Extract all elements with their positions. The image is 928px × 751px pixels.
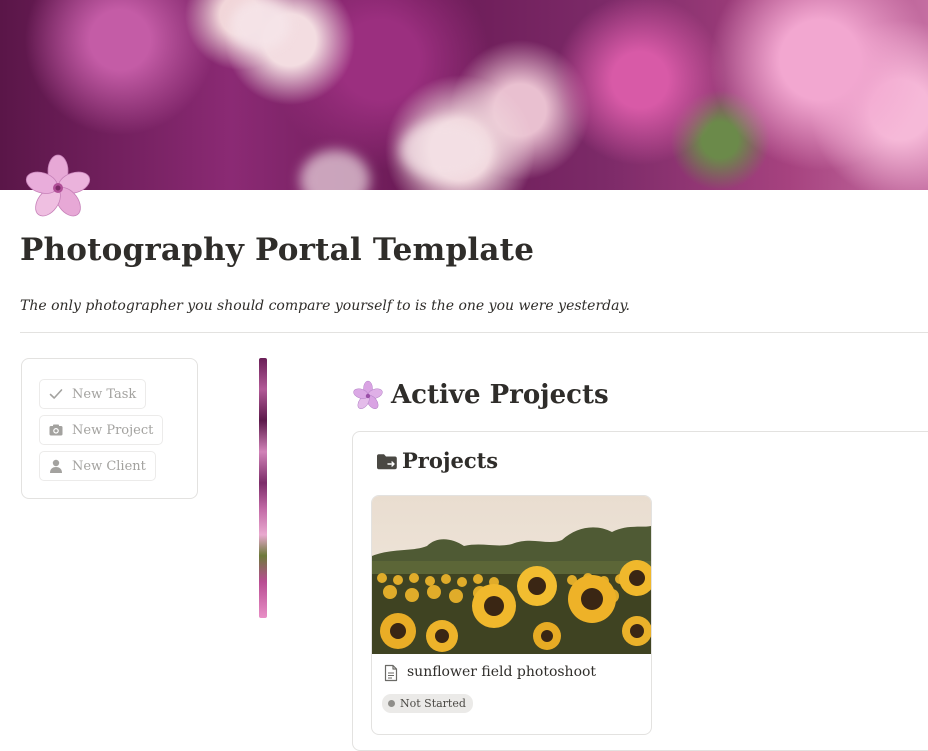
flower-icon[interactable] [20, 150, 96, 226]
new-project-button[interactable]: New Project [39, 415, 164, 445]
quick-actions-panel: New Task New Project New Client [21, 358, 198, 499]
cover-image [0, 0, 928, 190]
page-quote: The only photographer you should compare… [20, 298, 630, 314]
new-client-label: New Client [72, 458, 146, 474]
flower-image-strip [259, 358, 267, 618]
card-title: sunflower field photoshoot [407, 664, 597, 680]
project-card[interactable]: sunflower field photoshoot Not Started [371, 495, 652, 735]
sunflower-field-image [372, 496, 651, 654]
projects-heading: Projects [402, 448, 499, 473]
folder-icon [377, 454, 397, 470]
new-task-button[interactable]: New Task [39, 379, 147, 409]
flower-icon [353, 380, 383, 409]
new-client-button[interactable]: New Client [39, 451, 156, 481]
camera-icon [49, 424, 63, 436]
active-projects-heading: Active Projects [391, 380, 609, 410]
divider [20, 332, 928, 333]
page-title: Photography Portal Template [20, 232, 535, 268]
status-badge: Not Started [382, 694, 473, 713]
new-project-label: New Project [72, 422, 154, 438]
new-task-label: New Task [72, 386, 137, 402]
status-label: Not Started [400, 697, 466, 710]
check-icon [49, 389, 63, 399]
person-icon [50, 459, 62, 473]
status-dot [388, 700, 395, 707]
document-icon [384, 664, 398, 682]
